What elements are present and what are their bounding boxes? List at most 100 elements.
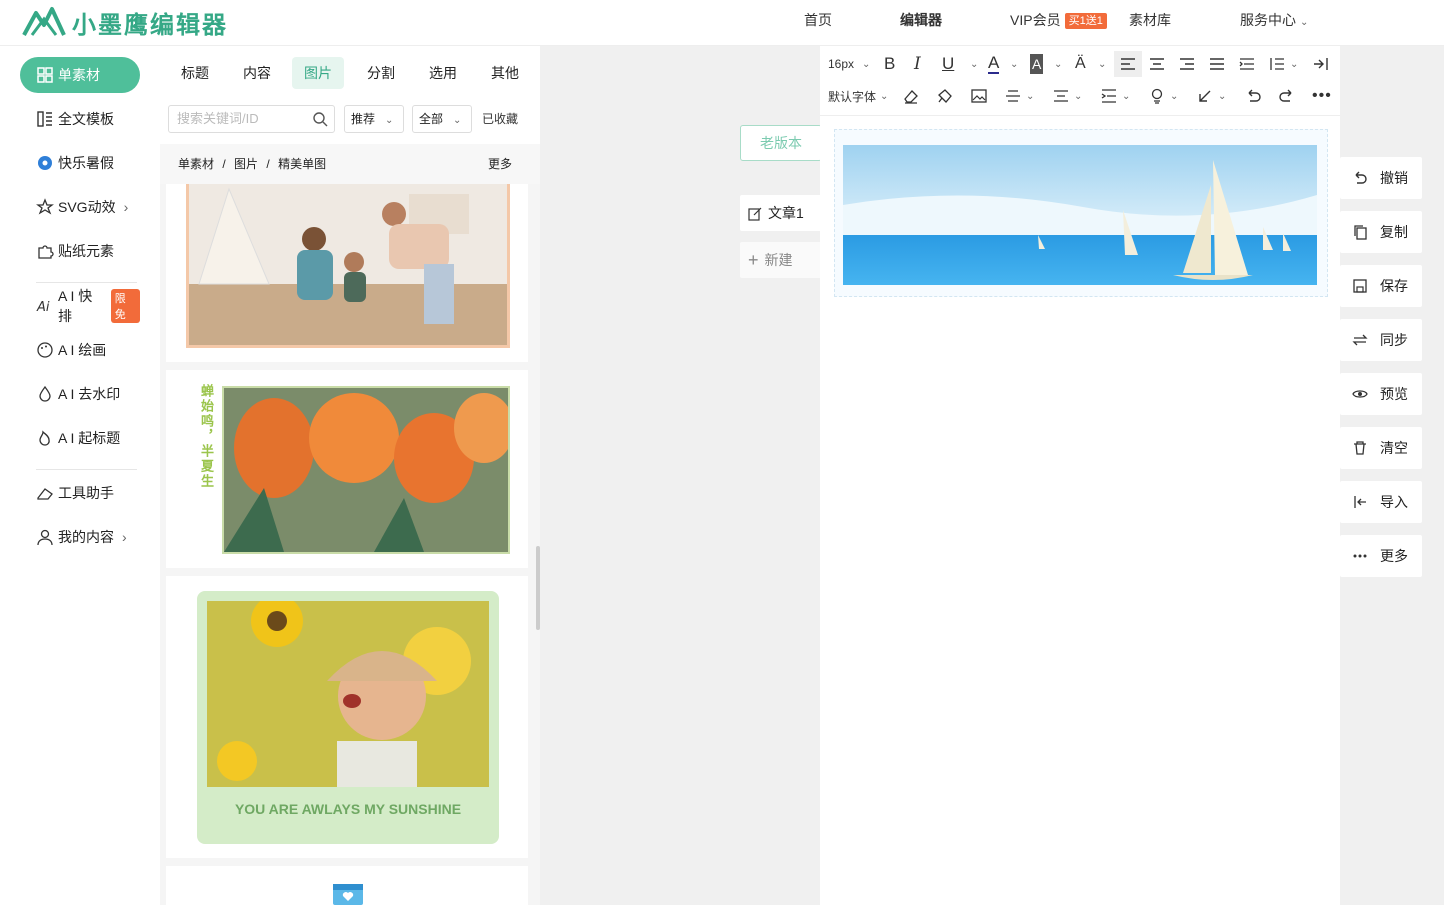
justify-glyph [1210, 58, 1224, 70]
paragraph-spacing-icon[interactable]: ⌄ [1052, 86, 1082, 106]
svg-text:Ai: Ai [36, 300, 50, 315]
font-size-select[interactable]: 16px ⌄ [828, 54, 870, 74]
chevron-down-icon: ⌄ [1290, 58, 1299, 70]
sidebar-item-ai-paint[interactable]: A I 绘画 [20, 332, 140, 368]
search-input[interactable]: 搜索关键词/ID [168, 105, 335, 133]
chevron-down-icon: ⌄ [1170, 90, 1179, 102]
nav-service[interactable]: 服务中心 ⌄ [1240, 0, 1308, 46]
more-link[interactable]: 更多 [488, 144, 512, 184]
more-dots-icon[interactable]: ••• [1312, 86, 1332, 106]
new-article-button[interactable]: + 新建 [740, 242, 822, 278]
nav-service-label: 服务中心 [1240, 12, 1296, 28]
sidebar-item-svg[interactable]: SVG动效 › [20, 189, 140, 225]
clear-button[interactable]: 清空 [1340, 427, 1422, 469]
nav-home[interactable]: 首页 [804, 0, 832, 46]
image-card[interactable] [166, 866, 528, 905]
category-dropdown[interactable]: 全部 ⌄ [412, 105, 472, 133]
font-family-select[interactable]: 默认字体 ⌄ [828, 86, 888, 106]
highlight-icon[interactable]: A [1030, 54, 1044, 74]
copy-button[interactable]: 复制 [1340, 211, 1422, 253]
sidebar-item-ai-title[interactable]: A I 起标题 [20, 420, 140, 456]
import-button[interactable]: 导入 [1340, 481, 1422, 523]
font-family-value: 默认字体 [828, 89, 877, 104]
indent-icon[interactable] [1238, 54, 1256, 74]
underline-icon[interactable]: U [942, 54, 954, 74]
save-button[interactable]: 保存 [1340, 265, 1422, 307]
search-icon[interactable] [312, 111, 328, 127]
underline-dropdown[interactable]: ⌄ [966, 54, 978, 74]
undo-button[interactable]: 撤销 [1340, 157, 1422, 199]
image-card[interactable] [166, 184, 528, 362]
tab-content[interactable]: 内容 [231, 57, 283, 89]
tab-divider[interactable]: 分割 [355, 57, 407, 89]
editor-canvas[interactable]: 16px ⌄ B I U ⌄ A ⌄ A ⌄ Ä ⌄ ⌄ 默认字体 ⌄ ⌄ ⌄ … [820, 46, 1340, 905]
font-color-dropdown[interactable]: ⌄ [1006, 54, 1018, 74]
bold-icon[interactable]: B [884, 54, 895, 74]
italic-icon[interactable]: I [914, 54, 921, 74]
sidebar-item-stickers[interactable]: 贴纸元素 [20, 233, 140, 269]
favorites-link[interactable]: 已收藏 [482, 105, 518, 133]
sidebar-item-single-material[interactable]: 单素材 [20, 57, 140, 93]
edit-icon [748, 207, 762, 221]
sidebar-item-full-template[interactable]: 全文模板 [20, 101, 140, 137]
tab-title[interactable]: 标题 [169, 57, 221, 89]
preview-button[interactable]: 预览 [1340, 373, 1422, 415]
bulb-icon[interactable]: ⌄ [1148, 86, 1178, 106]
import-icon [1354, 496, 1366, 508]
chevron-down-icon: ⌄ [453, 115, 462, 126]
soccer-ball-icon [38, 156, 52, 170]
star-icon [36, 198, 54, 215]
arrow-icon[interactable]: ⌄ [1196, 86, 1226, 106]
canvas-image-block[interactable] [834, 129, 1328, 297]
paragraph-glyph [1054, 90, 1068, 102]
sidebar-item-label: A I 绘画 [58, 342, 107, 358]
format-painter-icon[interactable] [936, 86, 954, 106]
nav-vip[interactable]: VIP会员 买1送1 [1010, 0, 1107, 46]
sidebar-item-summer[interactable]: 快乐暑假 [20, 145, 140, 181]
nav-editor[interactable]: 编辑器 [900, 0, 942, 46]
article-tab[interactable]: 文章1 [740, 195, 822, 231]
undo-icon[interactable] [1244, 86, 1262, 106]
more-button[interactable]: 更多 [1340, 535, 1422, 577]
sidebar-item-ai-layout[interactable]: Ai A I 快排 限免 [20, 288, 140, 324]
clear-format-icon[interactable] [902, 86, 920, 106]
old-version-button[interactable]: 老版本 [740, 125, 822, 161]
logo[interactable]: 小墨鹰编辑器 [22, 4, 228, 40]
line-height-icon[interactable]: ⌄ [1268, 54, 1298, 74]
text-effect-icon[interactable]: Ä [1075, 54, 1086, 74]
justify-icon[interactable] [1208, 54, 1226, 74]
action-label: 清空 [1380, 440, 1408, 456]
action-label: 撤销 [1380, 170, 1408, 186]
redo-icon[interactable] [1278, 86, 1296, 106]
sidebar-item-my-content[interactable]: 我的内容 › [20, 519, 140, 555]
sync-button[interactable]: 同步 [1340, 319, 1422, 361]
sidebar-item-label: A I 起标题 [58, 430, 121, 446]
exit-icon[interactable] [1312, 54, 1330, 74]
image-glyph [971, 89, 987, 103]
align-right-icon[interactable] [1178, 54, 1196, 74]
recommend-dropdown[interactable]: 推荐 ⌄ [344, 105, 404, 133]
tab-other[interactable]: 其他 [479, 57, 531, 89]
tulip-photo-frame [222, 386, 514, 554]
letter-spacing-icon[interactable]: ⌄ [1004, 86, 1034, 106]
sidebar-item-tools[interactable]: 工具助手 [20, 475, 140, 511]
tab-select[interactable]: 选用 [417, 57, 469, 89]
highlight-dropdown[interactable]: ⌄ [1050, 54, 1062, 74]
nav-vip-label: VIP会员 [1010, 12, 1061, 28]
margin-icon[interactable]: ⌄ [1100, 86, 1130, 106]
align-left-icon[interactable] [1114, 51, 1142, 77]
sidebar-item-label: 快乐暑假 [58, 155, 114, 171]
image-insert-icon[interactable] [970, 86, 988, 106]
text-effect-dropdown[interactable]: ⌄ [1094, 54, 1106, 74]
sidebar-item-ai-watermark[interactable]: A I 去水印 [20, 376, 140, 412]
bulb-glyph [1151, 88, 1163, 104]
nav-library[interactable]: 素材库 [1129, 0, 1171, 46]
tab-image[interactable]: 图片 [292, 57, 344, 89]
chevron-down-icon: ⌄ [880, 90, 889, 102]
breadcrumb-item[interactable]: 图片 [234, 157, 258, 171]
image-card[interactable]: YOU ARE AWLAYS MY SUNSHINE [166, 576, 528, 858]
image-card[interactable]: 蝉始鸣，半夏生 [166, 370, 528, 568]
align-center-icon[interactable] [1148, 54, 1166, 74]
breadcrumb-item[interactable]: 单素材 [178, 157, 214, 171]
font-color-icon[interactable]: A [988, 53, 1000, 74]
